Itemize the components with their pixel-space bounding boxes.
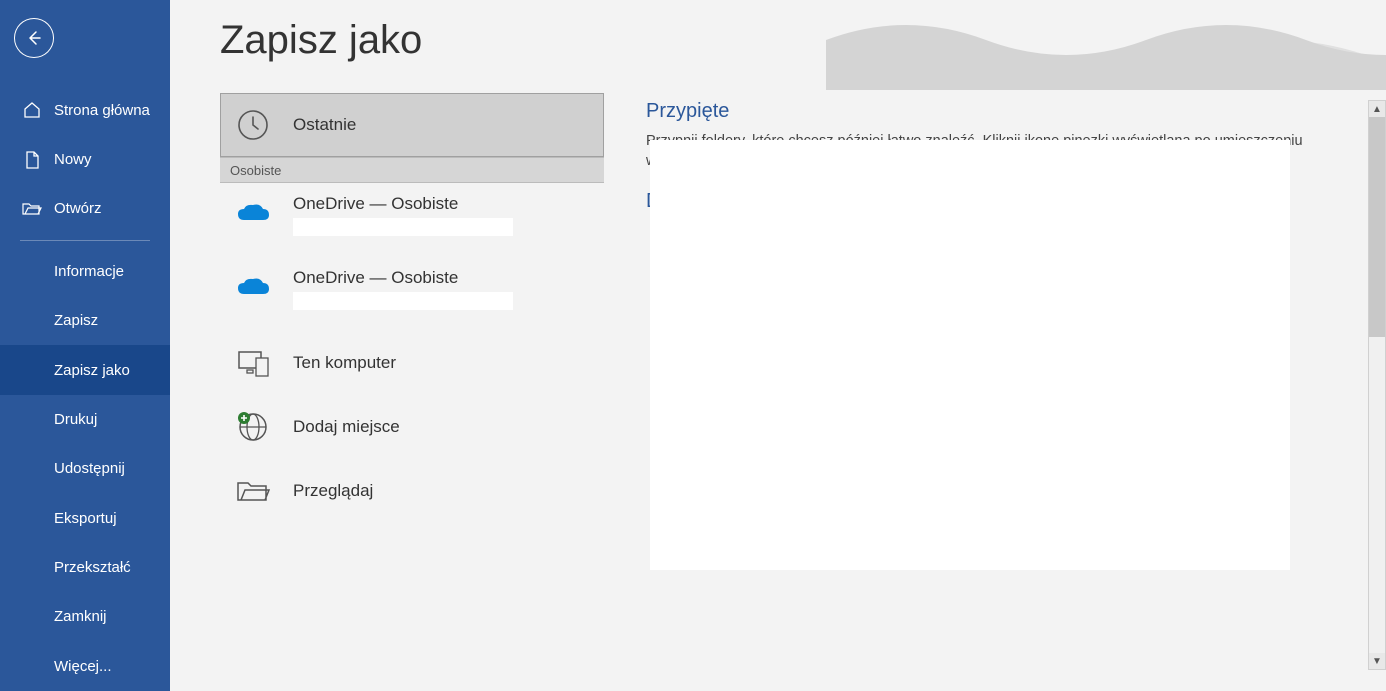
page-title: Zapisz jako (220, 18, 610, 63)
location-add-place[interactable]: Dodaj miejsce (220, 395, 604, 459)
location-label: Przeglądaj (293, 481, 373, 501)
sidebar-item-label: Zapisz jako (54, 362, 130, 379)
location-onedrive-1[interactable]: OneDrive — Osobiste (220, 183, 604, 257)
scroll-up-button[interactable]: ▲ (1369, 101, 1385, 117)
sidebar-item-home[interactable]: Strona główna (0, 86, 170, 135)
sidebar-item-label: Informacje (54, 263, 124, 280)
app-root: Strona główna Nowy Otwórz Informacje Zap… (0, 0, 1386, 691)
location-label: Ostatnie (293, 115, 356, 135)
onedrive-icon (233, 268, 273, 308)
scrollbar-track[interactable] (1369, 337, 1385, 653)
group-header-personal: Osobiste (220, 157, 604, 183)
folder-open-icon (22, 199, 42, 219)
sidebar-item-label: Zapisz (54, 312, 98, 329)
location-list: Ostatnie Osobiste OneDrive — Osobiste (220, 93, 604, 523)
sidebar-item-label: Otwórz (54, 200, 102, 217)
location-recent[interactable]: Ostatnie (220, 93, 604, 157)
sidebar-item-label: Strona główna (54, 102, 150, 119)
location-account-redacted (293, 218, 513, 236)
home-icon (22, 100, 42, 120)
back-button[interactable] (14, 18, 54, 58)
sidebar-item-label: Udostępnij (54, 460, 125, 477)
sidebar-item-label: Zamknij (54, 608, 107, 625)
locations-column: Zapisz jako Ostatnie Osobiste OneDrive —… (170, 0, 610, 691)
location-label: Ten komputer (293, 353, 396, 373)
sidebar-item-transform[interactable]: Przekształć (0, 543, 170, 592)
location-label: Dodaj miejsce (293, 417, 400, 437)
sidebar-item-close[interactable]: Zamknij (0, 592, 170, 641)
add-place-icon (233, 407, 273, 447)
sidebar-item-label: Drukuj (54, 411, 97, 428)
main-panel: Zapisz jako Ostatnie Osobiste OneDrive —… (170, 0, 1386, 691)
vertical-scrollbar[interactable]: ▲ ▼ (1368, 100, 1386, 670)
sidebar-item-label: Więcej... (54, 658, 112, 675)
scroll-down-button[interactable]: ▼ (1369, 653, 1385, 669)
folder-icon (233, 471, 273, 511)
details-column: Przypięte Przypnij foldery, które chcesz… (610, 0, 1386, 691)
sidebar-item-info[interactable]: Informacje (0, 247, 170, 296)
computer-icon (233, 343, 273, 383)
sidebar-item-label: Eksportuj (54, 510, 117, 527)
location-browse[interactable]: Przeglądaj (220, 459, 604, 523)
location-onedrive-2[interactable]: OneDrive — Osobiste (220, 257, 604, 331)
content-overlay (650, 140, 1290, 570)
sidebar-item-more[interactable]: Więcej... (0, 642, 170, 691)
clock-icon (233, 105, 273, 145)
location-label: OneDrive — Osobiste (293, 194, 513, 214)
sidebar-separator (20, 240, 150, 241)
scrollbar-thumb[interactable] (1369, 117, 1385, 337)
sidebar-item-open[interactable]: Otwórz (0, 184, 170, 233)
sidebar-item-label: Przekształć (54, 559, 131, 576)
onedrive-icon (233, 194, 273, 234)
sidebar-item-new[interactable]: Nowy (0, 135, 170, 184)
backstage-sidebar: Strona główna Nowy Otwórz Informacje Zap… (0, 0, 170, 691)
back-arrow-icon (24, 28, 44, 48)
sidebar-item-share[interactable]: Udostępnij (0, 444, 170, 493)
location-account-redacted (293, 292, 513, 310)
document-icon (22, 150, 42, 170)
sidebar-item-saveas[interactable]: Zapisz jako (0, 345, 170, 394)
sidebar-item-label: Nowy (54, 151, 92, 168)
sidebar-item-export[interactable]: Eksportuj (0, 494, 170, 543)
location-this-pc[interactable]: Ten komputer (220, 331, 604, 395)
sidebar-item-print[interactable]: Drukuj (0, 395, 170, 444)
pinned-section-title: Przypięte (646, 100, 1346, 123)
location-label: OneDrive — Osobiste (293, 268, 513, 288)
sidebar-item-save[interactable]: Zapisz (0, 296, 170, 345)
